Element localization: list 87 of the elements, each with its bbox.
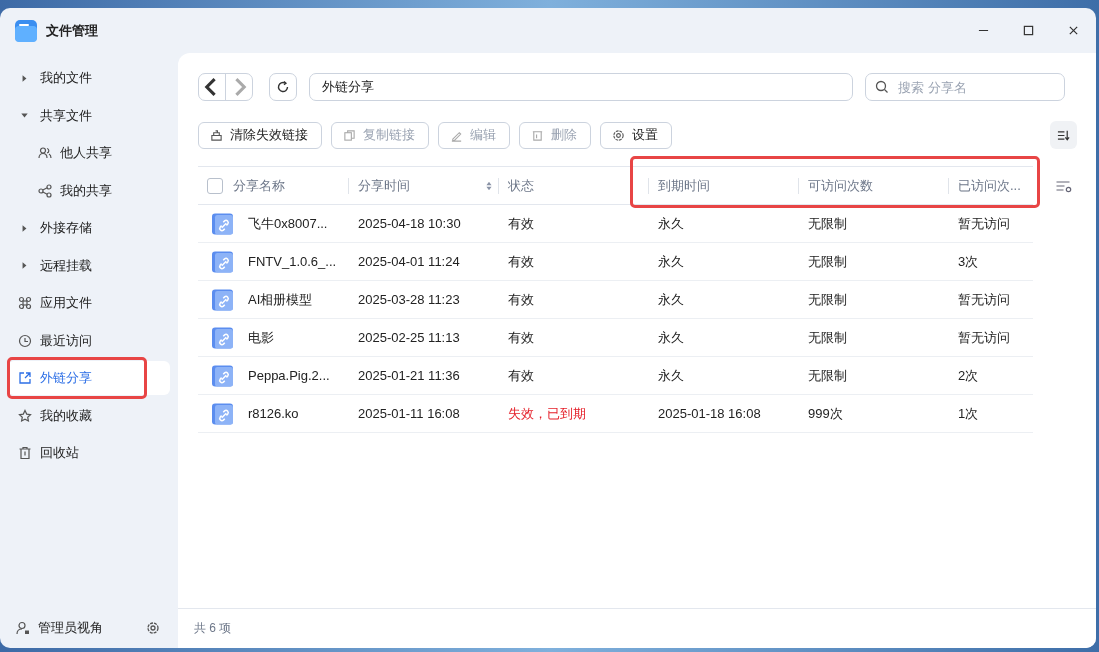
path-field[interactable]: 外链分享 (309, 73, 853, 101)
sidebar-item[interactable]: 远程挂载 (8, 248, 170, 283)
sidebar-item[interactable]: 最近访问 (8, 323, 170, 358)
sidebar-item[interactable]: 我的文件 (8, 61, 170, 95)
column-header[interactable]: 分享时间 (358, 176, 410, 195)
column-header[interactable]: 状态 (508, 176, 534, 195)
table-cell: 永久 (658, 214, 684, 233)
table-cell: 失效，已到期 (508, 404, 586, 423)
table-cell: 3次 (958, 252, 979, 271)
share-icon (18, 371, 32, 385)
sidebar-item[interactable]: 外接存储 (8, 211, 170, 245)
refresh-icon (276, 80, 290, 94)
table-cell: 永久 (658, 328, 684, 347)
table-cell: 暂无访问 (958, 214, 1010, 233)
role-label: 管理员视角 (38, 619, 103, 637)
window-title: 文件管理 (46, 21, 98, 40)
select-all-checkbox[interactable] (207, 177, 223, 194)
link-file-icon (212, 288, 233, 311)
trash-icon (18, 446, 32, 460)
grid-icon (18, 296, 32, 310)
file-name[interactable]: FNTV_1.0.6_... (248, 254, 337, 269)
table-cell: 永久 (658, 366, 684, 385)
toolbar-button[interactable]: 清除失效链接 (198, 121, 322, 149)
gear-icon (612, 128, 625, 142)
column-header[interactable]: 到期时间 (658, 176, 710, 195)
table-cell: 2025-01-18 16:08 (658, 406, 761, 421)
table-cell: 无限制 (808, 214, 847, 233)
clock-icon (18, 333, 32, 348)
table-cell: 永久 (658, 290, 684, 309)
maximize-icon[interactable] (1023, 25, 1034, 36)
column-header[interactable]: 可访问次数 (808, 176, 873, 195)
file-name[interactable]: 飞牛0x8007... (248, 214, 328, 233)
table-cell: 2025-03-28 11:23 (358, 292, 460, 307)
column-header[interactable]: 已访问次... (958, 176, 1021, 195)
table-cell: 2次 (958, 366, 979, 385)
table-cell: 2025-04-01 11:24 (358, 254, 460, 269)
table-cell: 2025-01-11 16:08 (358, 406, 460, 421)
link-file-icon (212, 250, 233, 273)
file-name[interactable]: r8126.ko (248, 406, 299, 421)
table-cell: 2025-01-21 11:36 (358, 368, 460, 383)
link-file-icon (212, 364, 233, 387)
sidebar-item[interactable]: 应用文件 (8, 286, 170, 320)
folder-icon (15, 19, 37, 42)
sidebar-item[interactable]: 我的收藏 (8, 398, 170, 433)
table-cell: 有效 (508, 366, 534, 385)
column-header[interactable]: 分享名称 (233, 176, 285, 195)
table-cell: 999次 (808, 404, 843, 423)
link-file-icon (212, 402, 233, 425)
table-cell: 有效 (508, 214, 534, 233)
search-icon (875, 80, 889, 94)
people-icon (38, 146, 52, 160)
table-cell: 暂无访问 (958, 290, 1010, 309)
file-name[interactable]: Peppa.Pig.2... (248, 368, 330, 383)
sidebar-item[interactable]: 共享文件 (8, 98, 170, 133)
sort-button[interactable] (1050, 121, 1077, 149)
table-cell: 无限制 (808, 366, 847, 385)
toolbar-button[interactable]: 设置 (600, 121, 672, 149)
table-cell: 有效 (508, 328, 534, 347)
star-icon (18, 408, 32, 423)
link-file-icon (212, 212, 233, 235)
refresh-button[interactable] (269, 73, 297, 101)
file-name[interactable]: 电影 (248, 328, 274, 347)
table-cell: 有效 (508, 252, 534, 271)
settings-icon[interactable] (146, 621, 160, 635)
table-cell: 暂无访问 (958, 328, 1010, 347)
table-cell: 2025-04-18 10:30 (358, 216, 461, 231)
search-field[interactable]: 搜索 分享名 (865, 73, 1065, 101)
copy-icon (343, 128, 356, 142)
sidebar-item[interactable]: 他人共享 (8, 136, 170, 170)
sidebar-item[interactable]: 回收站 (8, 436, 170, 470)
trash-icon (531, 128, 544, 142)
column-settings-icon[interactable] (1055, 179, 1072, 193)
table-cell: 2025-02-25 11:13 (358, 330, 460, 345)
item-count: 共 6 项 (194, 620, 232, 637)
share-nodes-icon (38, 183, 52, 198)
file-name[interactable]: AI相册模型 (248, 290, 313, 309)
sort-icon (1057, 128, 1070, 142)
sidebar-item[interactable]: 我的共享 (8, 173, 170, 208)
link-file-icon (212, 326, 233, 349)
table-cell: 无限制 (808, 252, 847, 271)
table-cell: 有效 (508, 290, 534, 309)
table-cell: 1次 (958, 404, 979, 423)
table-cell: 无限制 (808, 290, 847, 309)
close-icon[interactable] (1068, 25, 1079, 36)
user-icon (16, 621, 30, 635)
table-cell: 永久 (658, 252, 684, 271)
table-cell: 无限制 (808, 328, 847, 347)
